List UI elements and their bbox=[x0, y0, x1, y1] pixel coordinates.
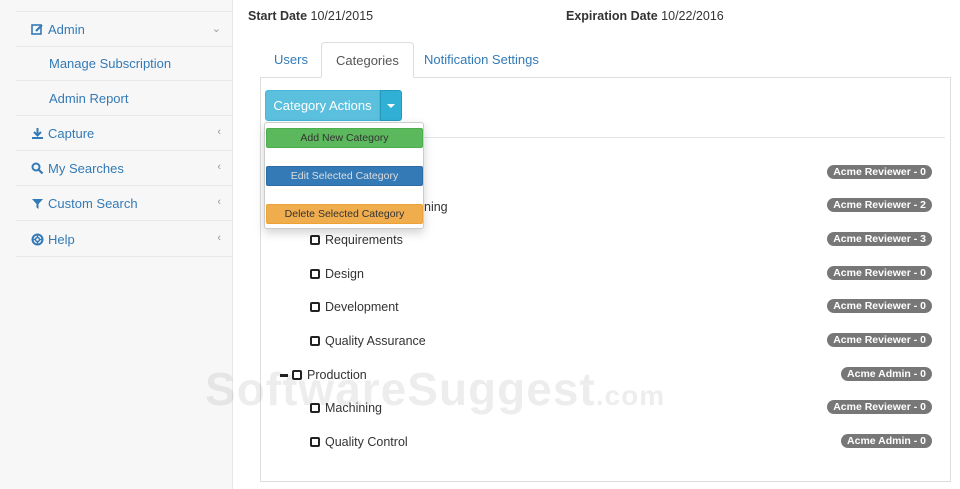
start-date: Start Date 10/21/2015 bbox=[248, 9, 373, 23]
tab-notification-settings[interactable]: Notification Settings bbox=[410, 42, 553, 78]
tab-categories[interactable]: Categories bbox=[321, 42, 414, 78]
expiration-date-label: Expiration Date bbox=[566, 9, 658, 23]
category-actions-toggle[interactable] bbox=[380, 90, 402, 121]
sidebar-item-label: Manage Subscription bbox=[49, 55, 172, 71]
tree-item[interactable]: Quality Assurance bbox=[310, 333, 426, 349]
tree-item-partial: ning bbox=[424, 200, 448, 214]
sidebar-item-manage-subscription[interactable]: Manage Subscription bbox=[16, 46, 233, 81]
status-badge: Acme Admin - 0 bbox=[841, 434, 932, 448]
checkbox-icon[interactable] bbox=[310, 235, 320, 245]
watermark: SoftwareSuggest.com bbox=[205, 362, 665, 416]
sidebar-item-label: Capture bbox=[48, 125, 95, 141]
tree-item-label: Design bbox=[325, 267, 364, 281]
checkbox-icon[interactable] bbox=[310, 302, 320, 312]
tree-item[interactable]: Development bbox=[310, 299, 399, 315]
caret-down-icon bbox=[387, 103, 395, 108]
expiration-date: Expiration Date 10/22/2016 bbox=[566, 9, 724, 23]
delete-category-button[interactable]: Delete Selected Category bbox=[266, 204, 423, 224]
sidebar-item-admin-report[interactable]: Admin Report bbox=[16, 81, 233, 116]
tab-users[interactable]: Users bbox=[260, 42, 322, 78]
watermark-suffix: .com bbox=[595, 380, 666, 411]
status-badge: Acme Reviewer - 2 bbox=[827, 198, 932, 212]
watermark-text: SoftwareSuggest bbox=[205, 363, 596, 415]
chevron-left-icon: ‹ bbox=[217, 196, 221, 208]
edit-category-button[interactable]: Edit Selected Category bbox=[266, 166, 423, 186]
add-category-button[interactable]: Add New Category bbox=[266, 128, 423, 148]
status-badge: Acme Reviewer - 0 bbox=[827, 165, 932, 179]
chevron-left-icon: ‹ bbox=[217, 232, 221, 244]
sidebar-item-custom-search[interactable]: Custom Search ‹ bbox=[16, 186, 233, 221]
sidebar-item-label: Custom Search bbox=[48, 195, 138, 211]
search-icon bbox=[31, 162, 44, 175]
tree-item-label: Quality Assurance bbox=[325, 334, 426, 348]
status-badge: Acme Admin - 0 bbox=[841, 367, 932, 381]
tree-item[interactable]: Design bbox=[310, 266, 364, 282]
checkbox-icon[interactable] bbox=[310, 437, 320, 447]
sidebar-item-help[interactable]: Help ‹ bbox=[16, 222, 233, 257]
sidebar-item-label: My Searches bbox=[48, 160, 124, 176]
sidebar: Admin ⌄ Manage Subscription Admin Report… bbox=[0, 0, 233, 489]
start-date-value: 10/21/2015 bbox=[310, 9, 374, 23]
category-actions-menu: Add New Category Edit Selected Category … bbox=[264, 122, 424, 229]
start-date-label: Start Date bbox=[248, 9, 308, 23]
category-actions-button[interactable]: Category Actions bbox=[265, 90, 380, 121]
tree-item-label: Requirements bbox=[325, 233, 403, 247]
status-badge: Acme Reviewer - 0 bbox=[827, 266, 932, 280]
status-badge: Acme Reviewer - 0 bbox=[827, 400, 932, 414]
status-badge: Acme Reviewer - 3 bbox=[827, 232, 932, 246]
checkbox-icon[interactable] bbox=[310, 269, 320, 279]
sidebar-item-capture[interactable]: Capture ‹ bbox=[16, 116, 233, 151]
download-icon bbox=[31, 127, 44, 140]
sidebar-item-admin[interactable]: Admin ⌄ bbox=[16, 12, 233, 47]
sidebar-item-label: Admin bbox=[48, 21, 85, 37]
edit-icon bbox=[31, 23, 44, 36]
chevron-left-icon: ‹ bbox=[217, 126, 221, 138]
lifebuoy-icon bbox=[31, 233, 44, 246]
chevron-left-icon: ‹ bbox=[217, 161, 221, 173]
sidebar-item-label: Help bbox=[48, 231, 75, 247]
tree-item-label: Quality Control bbox=[325, 435, 408, 449]
checkbox-icon[interactable] bbox=[310, 336, 320, 346]
sidebar-item-label: Admin Report bbox=[49, 90, 129, 106]
filter-icon bbox=[31, 197, 44, 210]
expiration-date-value: 10/22/2016 bbox=[661, 9, 724, 23]
sidebar-item-my-searches[interactable]: My Searches ‹ bbox=[16, 151, 233, 186]
tree-item[interactable]: Quality Control bbox=[310, 434, 408, 450]
tree-item[interactable]: Requirements bbox=[310, 232, 403, 248]
status-badge: Acme Reviewer - 0 bbox=[827, 333, 932, 347]
chevron-down-icon: ⌄ bbox=[211, 23, 221, 35]
status-badge: Acme Reviewer - 0 bbox=[827, 299, 932, 313]
tree-item-label: Development bbox=[325, 300, 399, 314]
